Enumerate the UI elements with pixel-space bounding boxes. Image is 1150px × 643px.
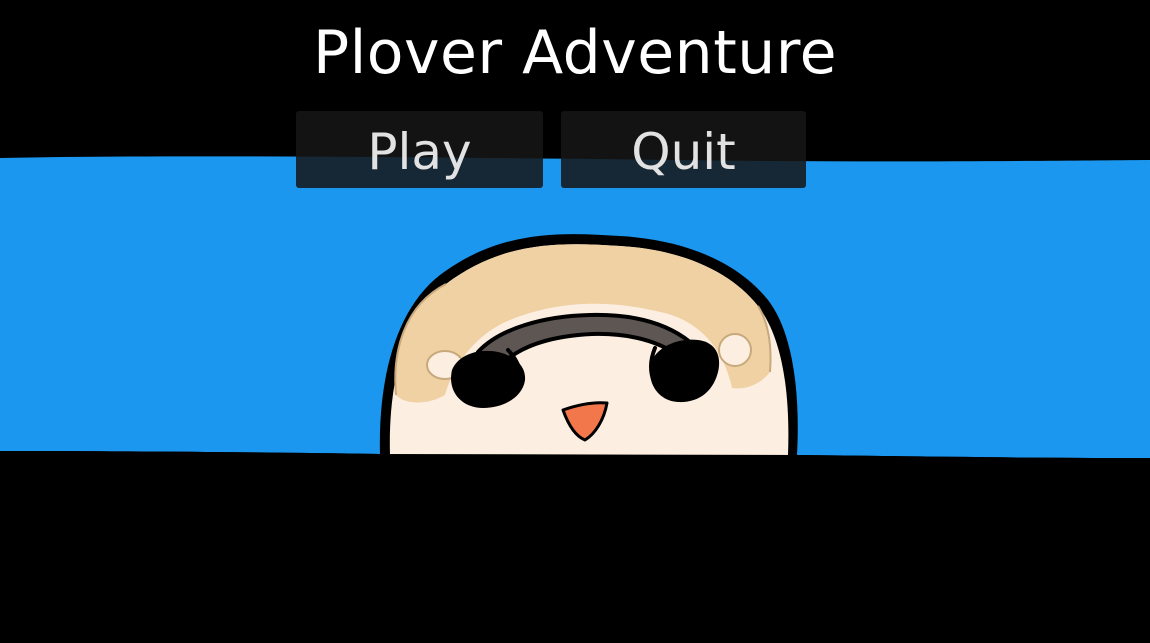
play-button-label: Play [367, 122, 472, 181]
quit-button[interactable]: Quit [561, 111, 806, 188]
background-scene [0, 156, 1150, 643]
game-title: Plover Adventure [312, 18, 838, 88]
game-canvas: Plover Adventure Play Quit [0, 0, 1150, 643]
foreground-ground [0, 451, 1150, 643]
quit-button-label: Quit [631, 122, 736, 181]
play-button[interactable]: Play [296, 111, 543, 188]
